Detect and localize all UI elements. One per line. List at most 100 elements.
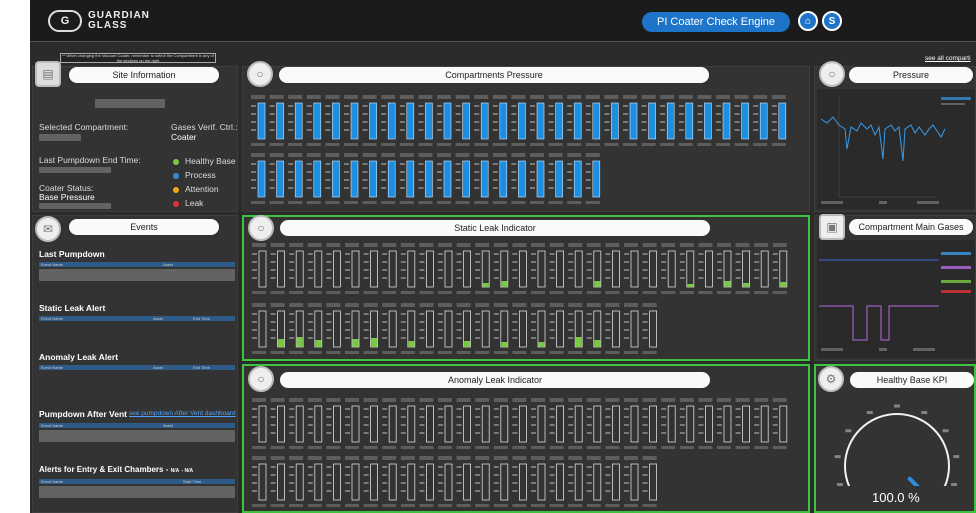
axis-tick-label [345, 490, 350, 492]
leak-indicator-bar [258, 250, 267, 288]
axis-tick-label [475, 261, 481, 263]
axis-tick-label [493, 432, 499, 434]
pumpdown-after-vent-row[interactable] [39, 430, 235, 442]
compartment-label [717, 243, 731, 247]
compartment-value [288, 143, 303, 146]
mail-icon: ✉ [35, 216, 61, 242]
compartment-value [754, 446, 769, 449]
compartment-label [661, 398, 676, 402]
leak-indicator-bar [258, 310, 267, 348]
compartment-value [363, 291, 378, 294]
compartment-pressure-bar [573, 102, 582, 140]
compartment-label [734, 95, 749, 99]
axis-tick-label [475, 321, 481, 323]
gauge-tick-label [894, 404, 900, 408]
see-all-compartments-link[interactable]: see all comparti [925, 55, 971, 62]
axis-tick-label [474, 187, 480, 189]
compartment-label [252, 456, 266, 460]
axis-tick-label [568, 474, 574, 476]
compartment-value [642, 504, 657, 507]
compartment-pressure-bar [536, 102, 545, 140]
axis-tick-label [493, 482, 499, 484]
axis-tick-label [438, 277, 443, 279]
pumpdown-after-vent-link[interactable]: see pumpdown After Vent dashboard [129, 410, 236, 417]
axis-tick-label [456, 490, 462, 492]
axis-tick-label [344, 163, 349, 165]
axis-tick-label [512, 424, 518, 426]
entry-exit-row[interactable] [39, 486, 235, 498]
compartment-value [697, 143, 712, 146]
axis-tick-label [288, 121, 294, 123]
axis-tick-label [474, 129, 480, 131]
compartment-pressure-bar [313, 160, 322, 198]
axis-tick-label [307, 321, 313, 323]
compartment-label [438, 398, 452, 402]
compartment-label [252, 398, 266, 402]
axis-tick-label [512, 253, 518, 255]
axis-tick-label [269, 163, 275, 165]
axis-tick-label [642, 424, 648, 426]
compartment-value [511, 201, 526, 204]
axis-tick-label [642, 482, 648, 484]
compartment-label [512, 243, 527, 247]
gauge-bulb-icon: ○ [248, 215, 274, 241]
compartment-value [698, 446, 713, 449]
axis-tick-label [382, 337, 388, 339]
axis-tick-label [400, 253, 406, 255]
main-gases-chart[interactable] [817, 240, 975, 358]
axis-tick-label [735, 416, 741, 418]
axis-tick-label [568, 261, 574, 263]
last-pumpdown-row[interactable] [39, 269, 235, 281]
compartment-label [717, 398, 731, 402]
compartment-value [475, 351, 490, 354]
axis-tick-label [270, 269, 276, 271]
axis-tick-label [586, 424, 592, 426]
home-icon[interactable]: ⌂ [798, 11, 818, 31]
axis-tick-label [345, 337, 350, 339]
axis-tick-label [270, 337, 276, 339]
axis-tick-label [345, 253, 350, 255]
site-information-title: Site Information [69, 67, 219, 83]
axis-tick-label [493, 261, 499, 263]
sp-icon[interactable]: S [822, 11, 842, 31]
axis-tick-label [288, 105, 294, 107]
compartment-label [474, 95, 489, 99]
pumpdown-after-vent-heading: Pumpdown After Vent [39, 409, 127, 419]
compartment-value [493, 351, 508, 354]
compartment-value [438, 291, 452, 294]
axis-tick-label [605, 482, 611, 484]
axis-tick-label [438, 490, 443, 492]
axis-tick-label [475, 474, 481, 476]
axis-tick-label [735, 269, 741, 271]
compartment-label [567, 153, 582, 157]
pressure-trend-chart[interactable] [817, 89, 975, 209]
axis-tick-label [270, 321, 276, 323]
compartment-label [269, 153, 284, 157]
axis-tick-label [753, 129, 759, 131]
axis-tick-label [512, 313, 518, 315]
axis-tick-label [269, 121, 275, 123]
axis-tick-label [419, 490, 425, 492]
axis-tick-label [455, 113, 461, 115]
axis-tick-label [382, 253, 388, 255]
axis-tick-label [418, 129, 424, 131]
pi-coater-check-engine-button[interactable]: PI Coater Check Engine [642, 12, 790, 32]
leak-indicator-bar [295, 463, 304, 501]
compartment-label [307, 456, 322, 460]
axis-tick-label [363, 432, 369, 434]
compartment-label [418, 95, 433, 99]
axis-tick-label [531, 416, 536, 418]
axis-tick-label [624, 416, 629, 418]
leak-indicator-fill [594, 281, 601, 287]
axis-tick-label [363, 329, 369, 331]
static-leak-alert-heading: Static Leak Alert [39, 303, 106, 313]
guardian-logo: G GUARDIAN GLASS [48, 10, 150, 32]
leak-indicator-bar [314, 250, 323, 288]
compartment-main-gases-title: Compartment Main Gases [849, 219, 973, 235]
axis-tick-label [456, 432, 462, 434]
axis-tick-label [363, 337, 369, 339]
compartment-label [772, 243, 787, 247]
axis-tick-label [345, 424, 350, 426]
axis-tick-label [586, 269, 592, 271]
compartment-pressure-bar [499, 102, 508, 140]
